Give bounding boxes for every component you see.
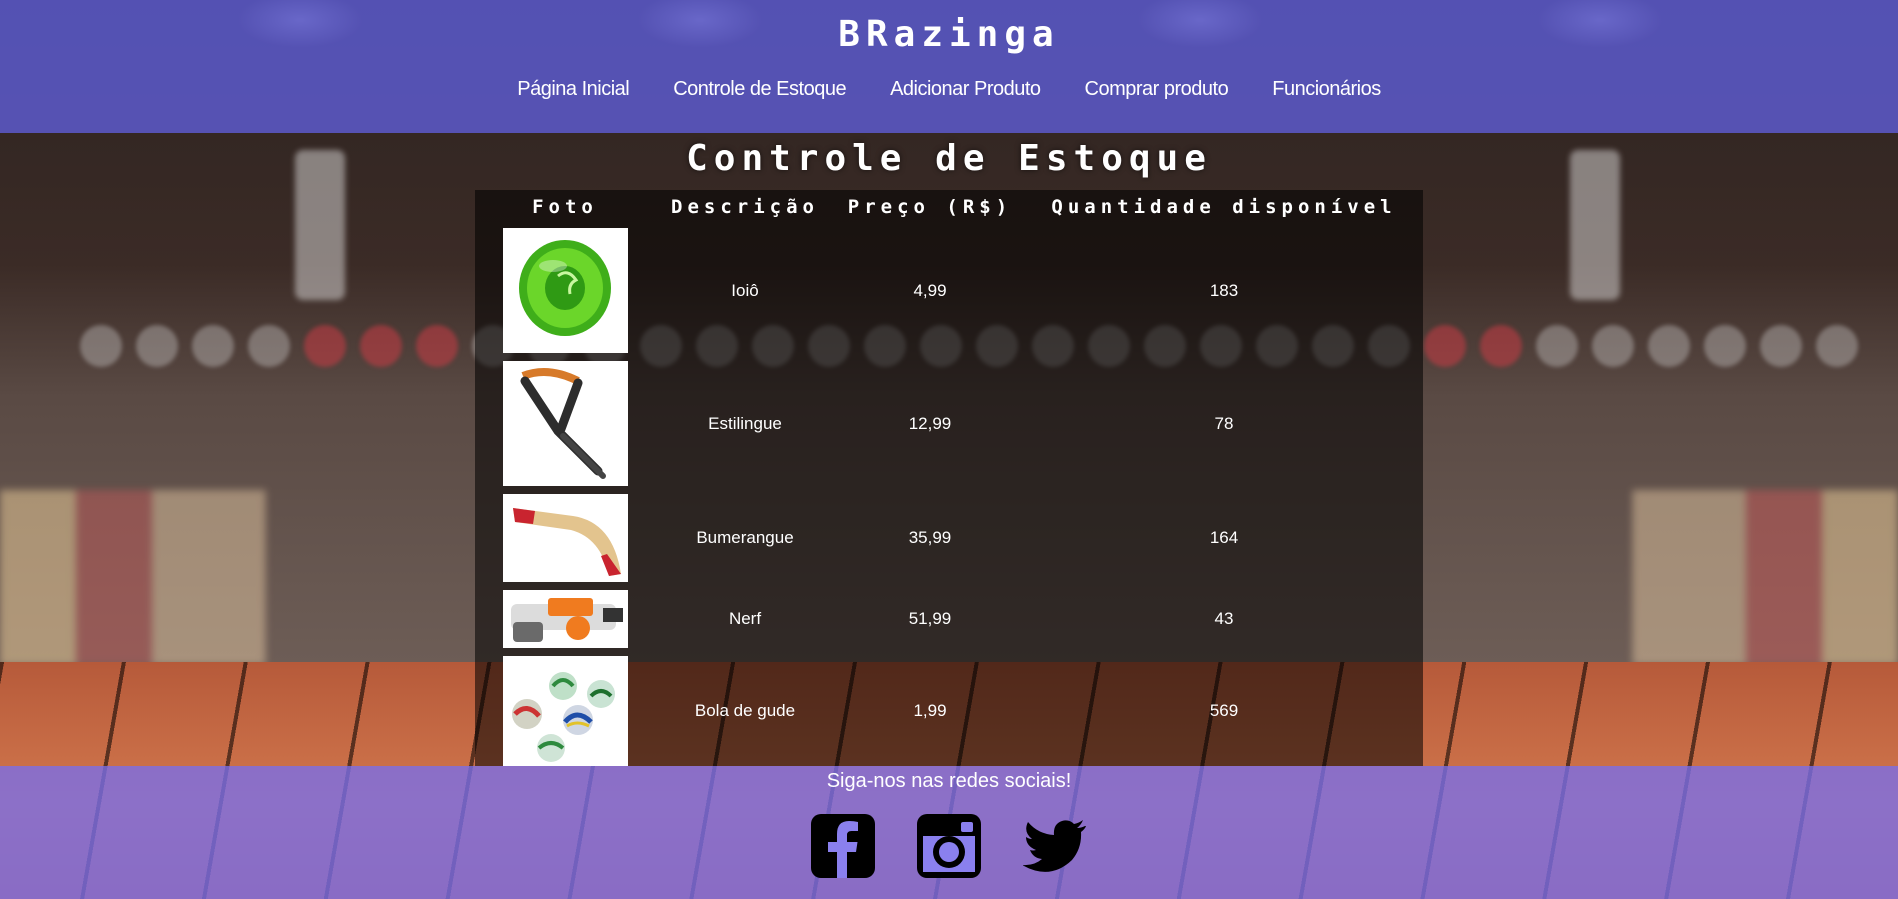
slingshot-image [502, 361, 628, 486]
row-quantity: 43 [1214, 609, 1234, 628]
site-header: BRazinga Página Inicial Controle de Esto… [0, 0, 1898, 133]
instagram-icon[interactable] [917, 814, 981, 878]
column-header-price: Preço (R$) [847, 196, 1013, 218]
nav-buy-product[interactable]: Comprar produto [1085, 78, 1229, 101]
row-description: Bumerangue [696, 528, 794, 547]
row-quantity: 78 [1214, 413, 1234, 433]
social-links [0, 814, 1898, 878]
column-header-photo: Foto [532, 196, 598, 218]
page-title: Controle de Estoque [686, 138, 1212, 179]
row-price: 4,99 [913, 280, 947, 300]
nerf-image [502, 590, 628, 648]
boomerang-image [502, 494, 628, 582]
table-header-row: Foto Descrição Preço (R$) Quantidade dis… [475, 190, 1423, 224]
nav-employees[interactable]: Funcionários [1272, 78, 1381, 101]
row-description: Nerf [728, 609, 762, 628]
twitter-icon[interactable] [1022, 814, 1087, 878]
nav-home[interactable]: Página Inicial [517, 78, 629, 101]
row-price: 35,99 [908, 528, 952, 547]
table-row: Estilingue 12,99 78 [475, 357, 1423, 490]
table-row: Ioiô 4,99 183 [475, 224, 1423, 357]
column-header-description: Descrição [671, 196, 819, 218]
nav-add-product[interactable]: Adicionar Produto [890, 78, 1041, 101]
row-description: Estilingue [708, 413, 782, 433]
facebook-icon[interactable] [811, 814, 875, 878]
social-follow-text: Siga-nos nas redes sociais! [826, 770, 1072, 792]
row-price: 12,99 [908, 413, 952, 433]
row-description: Bola de gude [694, 701, 796, 720]
stock-table-container: Foto Descrição Preço (R$) Quantidade dis… [475, 190, 1423, 766]
table-row: Bumerangue 35,99 164 [475, 490, 1423, 586]
row-price: 51,99 [908, 609, 952, 628]
column-header-quantity: Quantidade disponível [1051, 196, 1397, 218]
table-row: Nerf 51,99 43 [475, 586, 1423, 652]
row-quantity: 164 [1209, 528, 1239, 547]
row-description: Ioiô [731, 280, 759, 300]
yoyo-image [502, 228, 628, 353]
main-nav: Página Inicial Controle de Estoque Adici… [0, 78, 1898, 101]
row-quantity: 569 [1209, 701, 1239, 720]
row-price: 1,99 [913, 701, 947, 720]
stock-table: Foto Descrição Preço (R$) Quantidade dis… [475, 190, 1423, 770]
row-quantity: 183 [1209, 280, 1239, 300]
nav-stock-control[interactable]: Controle de Estoque [673, 78, 846, 101]
table-row: Bola de gude 1,99 569 [475, 652, 1423, 770]
marbles-image [502, 656, 628, 766]
brand-logo[interactable]: BRazinga [0, 14, 1898, 55]
